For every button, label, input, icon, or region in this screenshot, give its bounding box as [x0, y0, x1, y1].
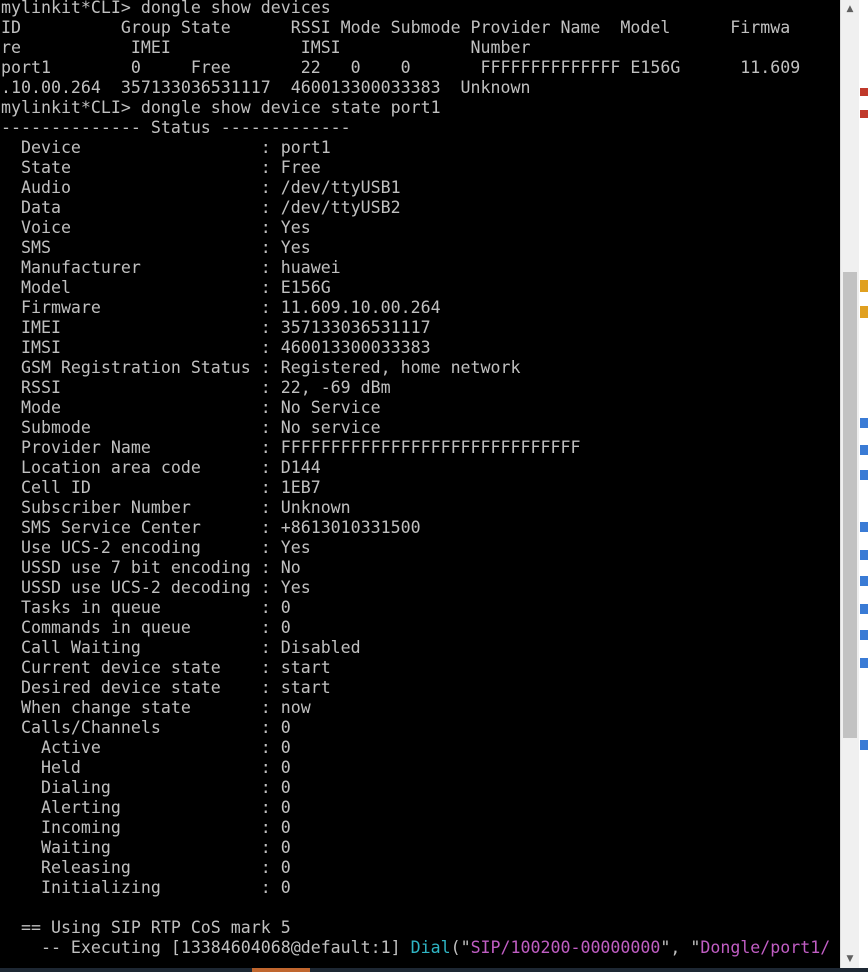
- terminal-line: Waiting : 0: [1, 838, 291, 857]
- terminal-line: Active : 0: [1, 738, 291, 757]
- background-blue-marker: [860, 445, 868, 455]
- background-blue-marker: [860, 658, 868, 668]
- terminal-output: mylinkit*CLI> dongle show devices ID Grou…: [1, 0, 830, 958]
- terminal-line: -------------- Status -------------: [1, 118, 351, 137]
- terminal-line: SMS Service Center : +8613010331500: [1, 518, 421, 537]
- taskbar-active-indicator: [252, 968, 310, 972]
- background-blue-marker: [860, 630, 868, 640]
- terminal-line: Voice : Yes: [1, 218, 311, 237]
- background-red-marker: [860, 110, 868, 118]
- terminal-line: Firmware : 11.609.10.00.264: [1, 298, 441, 317]
- background-yellow-marker: [860, 280, 868, 292]
- terminal-line: Desired device state : start: [1, 678, 331, 697]
- terminal-line: Tasks in queue : 0: [1, 598, 291, 617]
- terminal-line: Dialing : 0: [1, 778, 291, 797]
- background-blue-marker: [860, 604, 868, 614]
- background-blue-marker: [860, 740, 868, 750]
- terminal-line: When change state : now: [1, 698, 311, 717]
- dial-app-name: Dial: [410, 938, 451, 957]
- terminal-line: Subscriber Number : Unknown: [1, 498, 351, 517]
- terminal-line: Device : port1: [1, 138, 331, 157]
- terminal-line: == Using SIP RTP CoS mark 5: [1, 918, 291, 937]
- terminal-line: IMEI : 357133036531117: [1, 318, 431, 337]
- background-yellow-marker: [860, 306, 868, 318]
- terminal-line: Mode : No Service: [1, 398, 381, 417]
- terminal-line: port1 0 Free 22 0 0 FFFFFFFFFFFFFF E156G…: [1, 58, 801, 77]
- exec-open-paren: (": [450, 938, 471, 957]
- dial-arg-sip: SIP/100200-00000000: [470, 938, 661, 957]
- background-blue-marker: [860, 522, 868, 532]
- terminal-line: Incoming : 0: [1, 818, 291, 837]
- terminal-line: Provider Name : FFFFFFFFFFFFFFFFFFFFFFFF…: [1, 438, 581, 457]
- terminal-line: Manufacturer : huawei: [1, 258, 341, 277]
- terminal-line: Audio : /dev/ttyUSB1: [1, 178, 401, 197]
- terminal-line: Commands in queue : 0: [1, 618, 291, 637]
- terminal-line: Cell ID : 1EB7: [1, 478, 321, 497]
- terminal-line: Current device state : start: [1, 658, 331, 677]
- background-blue-marker: [860, 550, 868, 560]
- scroll-up-arrow-icon[interactable]: ▲: [841, 0, 859, 18]
- terminal-line: Alerting : 0: [1, 798, 291, 817]
- terminal-line: re IMEI IMSI Number: [1, 38, 531, 57]
- background-blue-marker: [860, 470, 868, 480]
- background-window-edge: [859, 0, 868, 972]
- terminal-line: mylinkit*CLI> dongle show device state p…: [1, 98, 441, 117]
- terminal-line: IMSI : 460013300033383: [1, 338, 431, 357]
- background-blue-marker: [860, 418, 868, 428]
- terminal-line: Held : 0: [1, 758, 291, 777]
- terminal-line: mylinkit*CLI> dongle show devices: [1, 0, 331, 17]
- background-blue-marker: [860, 576, 868, 586]
- terminal-line: USSD use UCS-2 decoding : Yes: [1, 578, 311, 597]
- terminal-line: Releasing : 0: [1, 858, 291, 877]
- terminal-line: Model : E156G: [1, 278, 331, 297]
- terminal-line: Submode : No service: [1, 418, 381, 437]
- terminal-line: RSSI : 22, -69 dBm: [1, 378, 391, 397]
- terminal-line: Location area code : D144: [1, 458, 321, 477]
- terminal-line: Call Waiting : Disabled: [1, 638, 361, 657]
- exec-prefix: -- Executing [13384604068@default:1]: [1, 938, 411, 957]
- terminal-line: .10.00.264 357133036531117 4600133000333…: [1, 78, 531, 97]
- terminal-line: USSD use 7 bit encoding : No: [1, 558, 301, 577]
- terminal-line: Use UCS-2 encoding : Yes: [1, 538, 311, 557]
- terminal-line: ID Group State RSSI Mode Submode Provide…: [1, 18, 791, 37]
- terminal-line: Data : /dev/ttyUSB2: [1, 198, 401, 217]
- taskbar-edge: [0, 968, 868, 972]
- background-red-marker: [860, 88, 868, 96]
- terminal-window[interactable]: mylinkit*CLI> dongle show devices ID Grou…: [0, 0, 840, 968]
- vertical-scrollbar[interactable]: ▲ ▼: [840, 0, 859, 968]
- terminal-line: Initializing : 0: [1, 878, 291, 897]
- terminal-line: SMS : Yes: [1, 238, 311, 257]
- terminal-exec-line: -- Executing [13384604068@default:1] Dia…: [1, 938, 830, 958]
- exec-separator: ", ": [660, 938, 701, 957]
- terminal-line: GSM Registration Status : Registered, ho…: [1, 358, 521, 377]
- scrollbar-thumb[interactable]: [843, 272, 857, 738]
- terminal-line: Calls/Channels : 0: [1, 718, 291, 737]
- scroll-down-arrow-icon[interactable]: ▼: [841, 950, 859, 968]
- dial-arg-dongle: Dongle/port1/: [700, 938, 831, 957]
- terminal-line: State : Free: [1, 158, 321, 177]
